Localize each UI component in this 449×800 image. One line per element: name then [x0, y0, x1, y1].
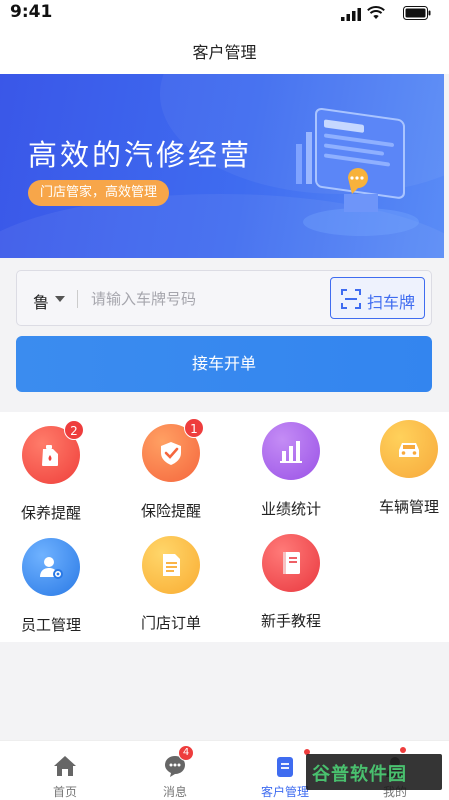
wifi-icon [367, 5, 385, 24]
promo-banner[interactable]: 高效的汽修经营 门店管家，高效管理 [0, 74, 444, 258]
notification-dot [400, 747, 406, 753]
feature-grid: 2 保养提醒 1 保险提醒 业绩统计 车辆管理 员工管理 门店订单 新手教程 [0, 412, 449, 642]
plate-search-card: 鲁 扫车牌 [16, 270, 432, 326]
feature-store-orders[interactable]: 门店订单 [120, 536, 230, 636]
badge-count: 1 [184, 418, 204, 438]
feature-label: 保险提醒 [140, 502, 201, 520]
bar-chart-icon [262, 422, 320, 480]
scan-icon [341, 289, 361, 309]
open-order-button[interactable]: 接车开单 [16, 336, 432, 392]
banner-headline: 高效的汽修经营 [28, 138, 253, 172]
status-time: 9:41 [10, 2, 53, 22]
tab-label: 消息 [162, 785, 187, 799]
badge-count: 2 [64, 420, 84, 440]
feature-maintenance-reminder[interactable]: 2 保养提醒 [0, 420, 110, 526]
staff-settings-icon [22, 538, 80, 596]
feature-label: 车辆管理 [378, 498, 439, 516]
banner-tagline: 门店管家，高效管理 [28, 180, 170, 206]
badge-count: 4 [178, 745, 194, 761]
watermark: 谷普软件园 [306, 754, 442, 790]
scan-plate-label: 扫车牌 [367, 293, 416, 312]
tab-label: 首页 [52, 785, 77, 799]
home-icon [54, 756, 76, 776]
feature-beginner-tutorial[interactable]: 新手教程 [240, 534, 350, 634]
feature-vehicle-management[interactable]: 车辆管理 [358, 420, 449, 520]
clipboard-icon [277, 757, 293, 777]
feature-label: 保养提醒 [20, 504, 81, 522]
status-bar: 9:41 [0, 0, 449, 26]
page-title: 客户管理 [192, 43, 257, 62]
feature-label: 新手教程 [260, 612, 321, 630]
signal-icon [341, 6, 361, 25]
battery-icon [403, 5, 431, 24]
chevron-down-icon[interactable] [55, 296, 65, 302]
province-select[interactable]: 鲁 [33, 289, 49, 313]
plate-number-input[interactable] [91, 287, 321, 311]
car-icon [380, 420, 438, 478]
feature-performance-stats[interactable]: 业绩统计 [240, 422, 350, 522]
scan-plate-button[interactable]: 扫车牌 [330, 277, 425, 319]
feature-label: 员工管理 [20, 616, 81, 634]
feature-staff-management[interactable]: 员工管理 [0, 538, 110, 638]
tab-home[interactable]: 首页 [10, 741, 120, 800]
document-icon [142, 536, 200, 594]
tab-messages[interactable]: 4 消息 [120, 741, 230, 800]
dashboard-illustration-icon [296, 107, 419, 236]
feature-label: 门店订单 [140, 614, 201, 632]
feature-insurance-reminder[interactable]: 1 保险提醒 [120, 418, 230, 524]
divider [77, 290, 78, 308]
book-icon [262, 534, 320, 592]
watermark-text: 谷普软件园 [312, 764, 407, 785]
feature-label: 业绩统计 [260, 500, 321, 518]
nav-bar: 客户管理 [0, 26, 449, 74]
